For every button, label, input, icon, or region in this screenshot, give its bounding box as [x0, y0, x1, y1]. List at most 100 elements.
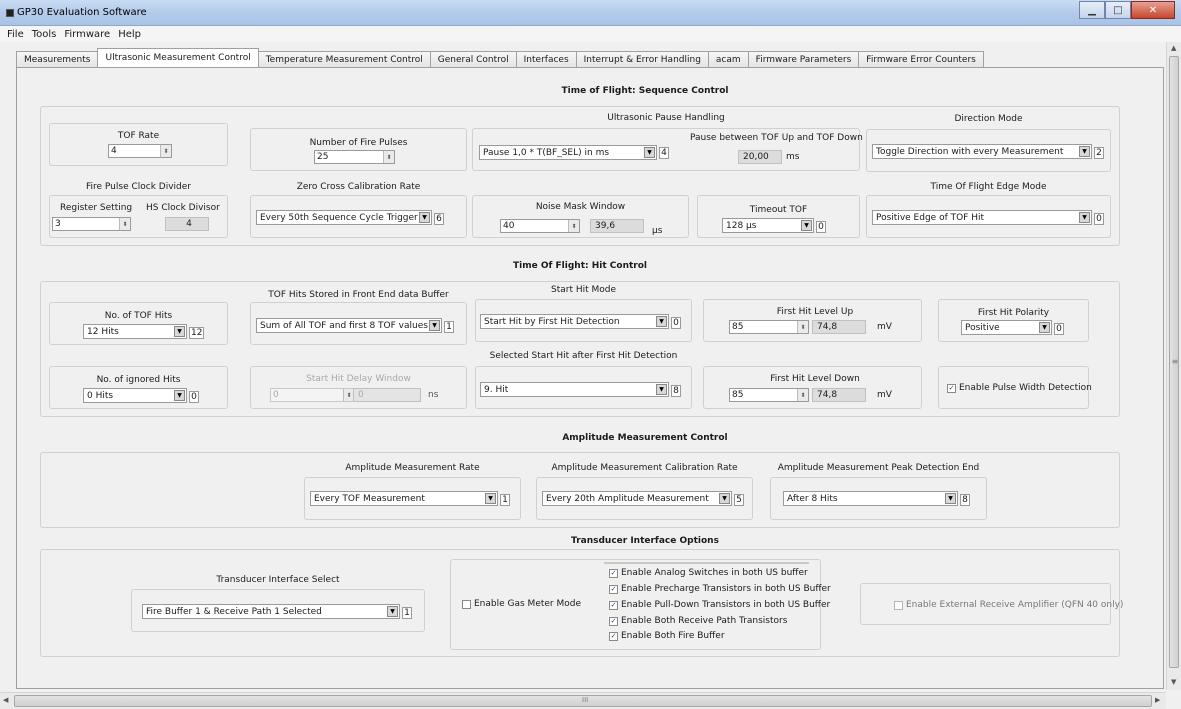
pause-mode-select[interactable]: Pause 1,0 * T(BF_SEL) in ms ▼: [479, 145, 657, 160]
dropdown-arrow-icon[interactable]: ▼: [174, 326, 185, 337]
timeout-value: 128 µs: [726, 220, 757, 231]
dropdown-arrow-icon[interactable]: ▼: [945, 493, 956, 504]
dropdown-arrow-icon[interactable]: ▼: [719, 493, 730, 504]
dropdown-arrow-icon[interactable]: ▼: [1079, 212, 1090, 223]
amp-calib-select[interactable]: Every 20th Amplitude Measurement ▼: [542, 491, 732, 506]
tab-temperature-measurement-control[interactable]: Temperature Measurement Control: [257, 51, 431, 67]
ignored-hits-value: 0 Hits: [87, 390, 114, 401]
zero-cross-select[interactable]: Every 50th Sequence Cycle Trigger ▼: [256, 210, 432, 225]
checkmark-icon[interactable]: ✓: [947, 383, 956, 393]
polarity-value: Positive: [965, 322, 1000, 333]
delay-window-spinner[interactable]: 0 ⬍: [270, 388, 355, 402]
tab-acam[interactable]: acam: [707, 51, 749, 67]
tab-interrupt-error-handling[interactable]: Interrupt & Error Handling: [575, 51, 709, 67]
menu-tools[interactable]: Tools: [29, 29, 60, 40]
tab-ultrasonic-measurement-control[interactable]: Ultrasonic Measurement Control: [97, 48, 259, 67]
dropdown-arrow-icon[interactable]: ▼: [419, 212, 430, 223]
scroll-down-icon[interactable]: ▼: [1171, 678, 1176, 686]
checkmark-icon[interactable]: ✓: [609, 584, 618, 594]
dropdown-arrow-icon[interactable]: ▼: [429, 320, 440, 331]
level-up-spinner[interactable]: 85 ⬍: [729, 320, 809, 334]
spin-arrows-icon[interactable]: ⬍: [383, 151, 394, 163]
dropdown-arrow-icon[interactable]: ▼: [656, 316, 667, 327]
tof-hits-select[interactable]: 12 Hits ▼: [83, 324, 187, 339]
scroll-grip-icon: ≡: [1171, 357, 1179, 366]
menu-help[interactable]: Help: [115, 29, 144, 40]
window-controls: ▁ □ ✕: [1079, 1, 1175, 19]
polarity-select[interactable]: Positive ▼: [961, 320, 1052, 335]
amp-rate-title: Amplitude Measurement Rate: [345, 463, 480, 473]
checkmark-icon[interactable]: ✓: [609, 600, 618, 610]
register-setting-spinner[interactable]: 3 ⬍: [52, 217, 131, 231]
tof-rate-spinner[interactable]: 4 ⬍: [108, 144, 172, 158]
transducer-select-index: 1: [402, 607, 412, 619]
spin-arrows-icon[interactable]: ⬍: [160, 145, 171, 157]
spin-arrows-icon[interactable]: ⬍: [797, 389, 808, 401]
noise-mask-spinner[interactable]: 40 ⬍: [500, 219, 580, 233]
menu-bar: File Tools Firmware Help: [0, 26, 1181, 42]
start-hit-mode-select[interactable]: Start Hit by First Hit Detection ▼: [480, 314, 669, 329]
dropdown-arrow-icon[interactable]: ▼: [644, 147, 655, 158]
scroll-left-icon[interactable]: ◀: [3, 696, 8, 704]
close-button[interactable]: ✕: [1131, 1, 1175, 19]
hits-stored-index: 1: [444, 321, 454, 333]
dropdown-arrow-icon[interactable]: ▼: [801, 220, 812, 231]
option-precharge[interactable]: ✓ Enable Precharge Transistors in both U…: [609, 584, 831, 594]
selected-start-select[interactable]: 9. Hit ▼: [480, 382, 669, 397]
unchecked-box-icon[interactable]: [462, 599, 471, 609]
scroll-right-icon[interactable]: ▶: [1155, 696, 1160, 704]
menu-firmware[interactable]: Firmware: [61, 29, 113, 40]
dropdown-arrow-icon[interactable]: ▼: [387, 606, 398, 617]
delay-window-unit: ns: [428, 390, 439, 400]
tab-general-control[interactable]: General Control: [429, 51, 517, 67]
dropdown-arrow-icon[interactable]: ▼: [1039, 322, 1050, 333]
tab-firmware-error-counters[interactable]: Firmware Error Counters: [858, 51, 984, 67]
amp-peak-select[interactable]: After 8 Hits ▼: [783, 491, 958, 506]
minimize-button[interactable]: ▁: [1079, 1, 1105, 19]
scroll-up-icon[interactable]: ▲: [1171, 44, 1176, 52]
unchecked-box-icon[interactable]: [894, 600, 903, 610]
option-receive-path[interactable]: ✓ Enable Both Receive Path Transistors: [609, 616, 787, 626]
tab-interfaces[interactable]: Interfaces: [515, 51, 577, 67]
spin-arrows-icon[interactable]: ⬍: [119, 218, 130, 230]
checkmark-icon[interactable]: ✓: [609, 616, 618, 626]
pulse-width-checkbox[interactable]: ✓ Enable Pulse Width Detection: [947, 383, 1092, 393]
window-title: GP30 Evaluation Software: [17, 7, 147, 18]
option-pull-down[interactable]: ✓ Enable Pull-Down Transistors in both U…: [609, 600, 830, 610]
option-fire-buffer[interactable]: ✓ Enable Both Fire Buffer: [609, 631, 725, 641]
tab-firmware-parameters[interactable]: Firmware Parameters: [747, 51, 860, 67]
tab-measurements[interactable]: Measurements: [16, 51, 99, 67]
hits-stored-select[interactable]: Sum of All TOF and first 8 TOF values ▼: [256, 318, 442, 333]
direction-mode-select[interactable]: Toggle Direction with every Measurement …: [872, 144, 1092, 159]
level-down-calc: 74,8: [812, 388, 866, 402]
tof-rate-value: 4: [111, 146, 117, 156]
gas-meter-checkbox[interactable]: Enable Gas Meter Mode: [462, 599, 581, 609]
maximize-button[interactable]: □: [1105, 1, 1131, 19]
menu-file[interactable]: File: [4, 29, 27, 40]
ignored-hits-select[interactable]: 0 Hits ▼: [83, 388, 187, 403]
level-down-spinner[interactable]: 85 ⬍: [729, 388, 809, 402]
vertical-scroll-thumb[interactable]: ≡: [1169, 56, 1179, 668]
dropdown-arrow-icon[interactable]: ▼: [1079, 146, 1090, 157]
selected-start-value: 9. Hit: [484, 384, 509, 395]
selected-start-index: 8: [671, 385, 681, 397]
fire-pulses-spinner[interactable]: 25 ⬍: [314, 150, 395, 164]
checkmark-icon[interactable]: ✓: [609, 631, 618, 641]
dropdown-arrow-icon[interactable]: ▼: [485, 493, 496, 504]
transducer-select-title: Transducer Interface Select: [216, 575, 340, 585]
transducer-select[interactable]: Fire Buffer 1 & Receive Path 1 Selected …: [142, 604, 400, 619]
spin-arrows-icon[interactable]: ⬍: [797, 321, 808, 333]
dropdown-arrow-icon[interactable]: ▼: [174, 390, 185, 401]
vertical-scrollbar[interactable]: ▲ ≡ ▼: [1166, 42, 1181, 690]
horizontal-scrollbar[interactable]: ◀ III ▶: [0, 692, 1166, 709]
spin-arrows-icon[interactable]: ⬍: [568, 220, 579, 232]
edge-mode-select[interactable]: Positive Edge of TOF Hit ▼: [872, 210, 1092, 225]
timeout-select[interactable]: 128 µs ▼: [722, 218, 814, 233]
checkmark-icon[interactable]: ✓: [609, 568, 618, 578]
option-analog-switches[interactable]: ✓ Enable Analog Switches in both US buff…: [609, 568, 808, 578]
dropdown-arrow-icon[interactable]: ▼: [656, 384, 667, 395]
amp-rate-select[interactable]: Every TOF Measurement ▼: [310, 491, 498, 506]
zero-cross-title: Zero Cross Calibration Rate: [296, 182, 421, 192]
ext-amp-checkbox[interactable]: Enable External Receive Amplifier (QFN 4…: [894, 600, 1123, 610]
horizontal-scroll-thumb[interactable]: III: [14, 695, 1152, 707]
